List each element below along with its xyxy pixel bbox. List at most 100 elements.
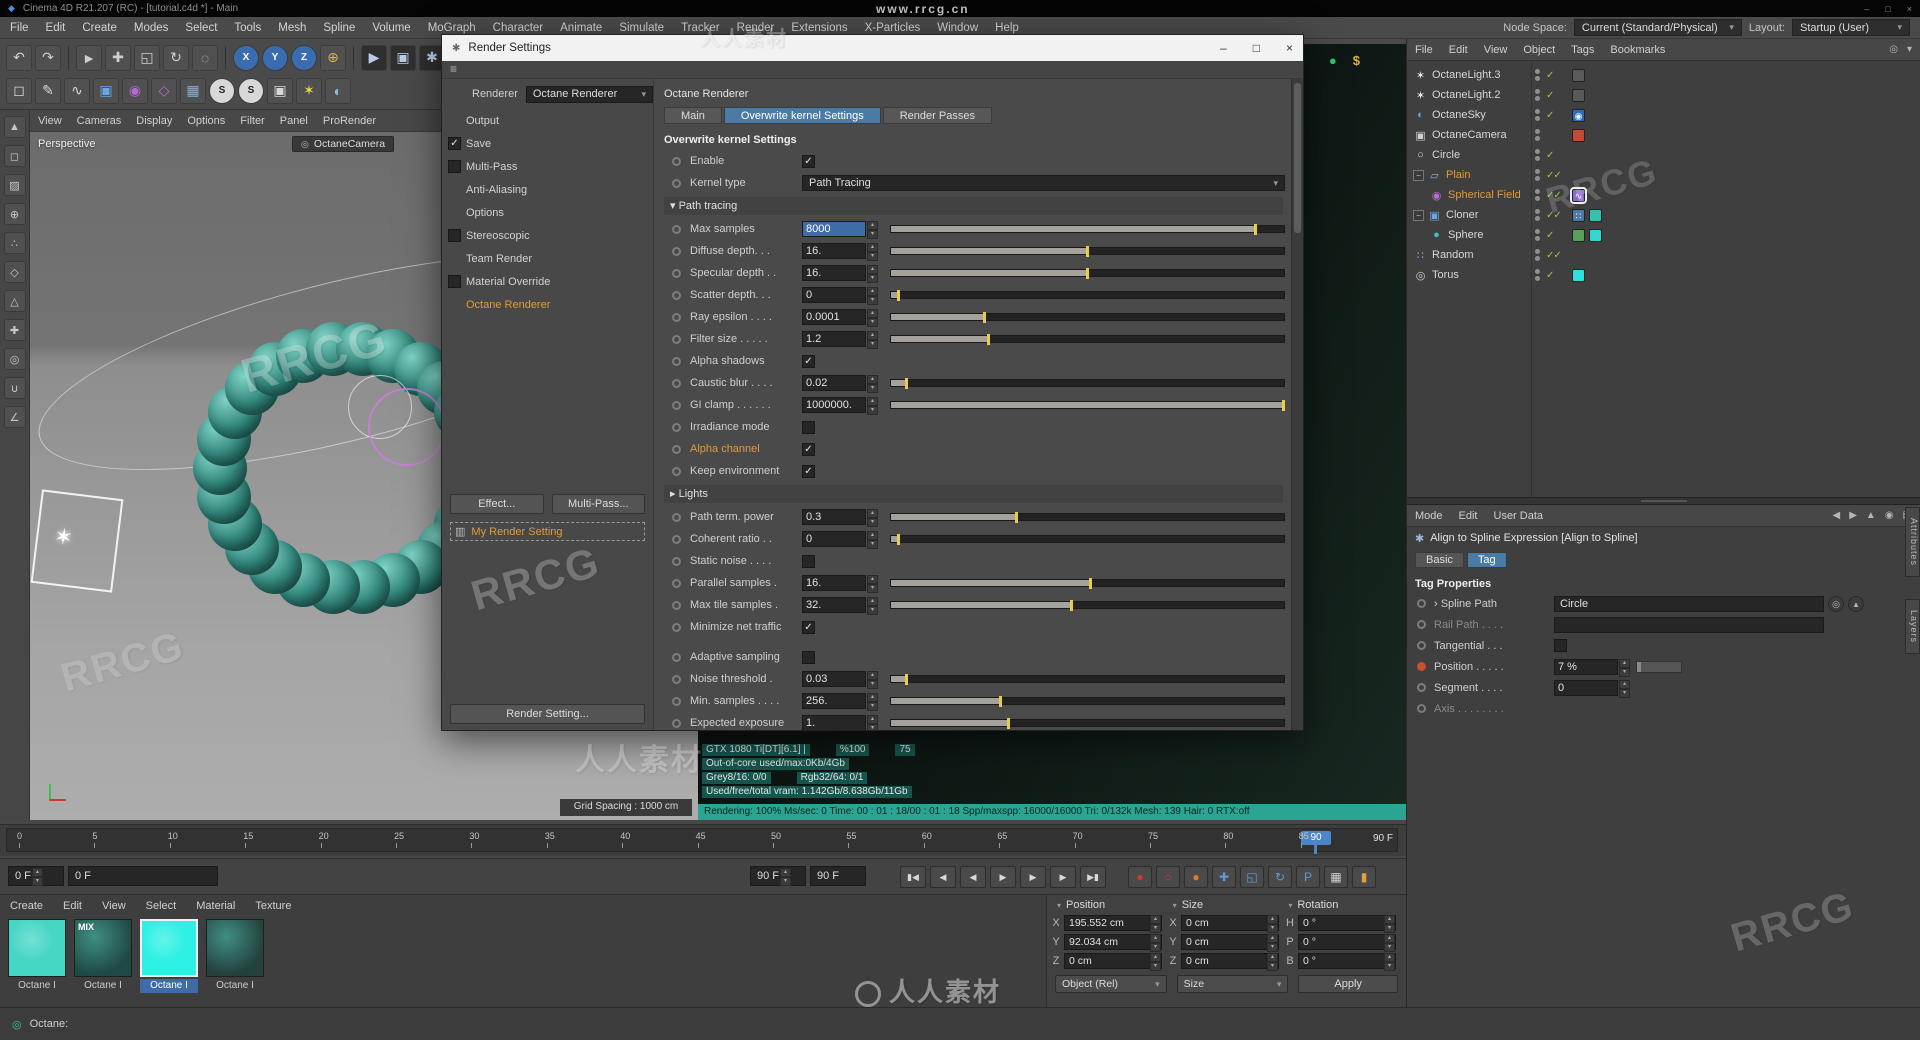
record-scale-toggle[interactable]: ◱ (1240, 866, 1264, 888)
anim-dot-icon[interactable] (672, 400, 681, 410)
make-editable-icon[interactable]: ▲ (3, 116, 26, 138)
anim-dot-icon[interactable] (672, 290, 681, 300)
field-icon[interactable]: ◉ (122, 77, 148, 104)
checkbox-alpha-channel[interactable]: ✓ (802, 442, 815, 456)
enable-axis-icon[interactable]: ✚ (3, 319, 26, 341)
category-checkbox[interactable] (448, 275, 461, 288)
material-thumbnail[interactable] (140, 919, 198, 977)
coord-size-mode-dropdown[interactable]: Size ▾ (1176, 975, 1289, 993)
slider-path-term-power[interactable] (890, 512, 1285, 523)
menu-character[interactable]: Character (493, 22, 544, 34)
render-settings-category-octane-renderer[interactable]: Octane Renderer (442, 293, 653, 316)
object-row-random[interactable]: ∷ Random ✓✓ (1407, 245, 1920, 265)
menu-volume[interactable]: Volume (372, 22, 410, 34)
anim-dot-icon[interactable] (672, 246, 681, 256)
expander-icon[interactable]: − (1413, 209, 1424, 221)
enable-check[interactable]: ✓✓ (1546, 190, 1568, 201)
prev-key-button[interactable]: ◀ (930, 866, 956, 888)
slider-max-tile-samples[interactable] (890, 600, 1285, 611)
spinner[interactable]: ▴ ▾ (867, 597, 878, 615)
prev-frame-button[interactable]: ◀ (960, 866, 986, 888)
attr-field-rail-path[interactable] (1554, 616, 1824, 633)
nodespace-dropdown[interactable]: Current (Standard/Physical) ▾ (1573, 19, 1742, 36)
area-light-object[interactable]: ✶ (30, 489, 124, 593)
coord-group-rotation[interactable]: ▾ Rotation (1284, 899, 1400, 911)
volume-icon[interactable]: ▦ (180, 77, 206, 104)
points-mode-icon[interactable]: ∴ (3, 232, 26, 254)
object-row-octanesky[interactable]: ◐ OctaneSky ✓ ◉ (1407, 105, 1920, 125)
am-menu-mode[interactable]: Mode (1415, 510, 1443, 522)
anim-dot-icon[interactable] (672, 224, 681, 234)
mograph-icon[interactable]: ▣ (93, 77, 119, 104)
visibility-dots[interactable] (1535, 89, 1540, 101)
am-menu-edit[interactable]: Edit (1459, 510, 1478, 522)
camera-link-chip[interactable]: ◎ OctaneCamera (292, 136, 395, 152)
anim-dot-icon[interactable] (672, 444, 681, 454)
tag-icon[interactable]: ∷ (1572, 208, 1585, 222)
spline-tool-icon[interactable]: ∿ (64, 77, 90, 104)
slider-specular-depth[interactable] (890, 268, 1285, 279)
om-search-icon[interactable]: ◎ (1889, 44, 1898, 55)
panel-splitter[interactable] (1407, 497, 1920, 505)
om-menu-edit[interactable]: Edit (1449, 44, 1468, 56)
workplane-mode-icon[interactable]: ⊕ (3, 203, 26, 225)
side-tab-attributes[interactable]: Attributes (1905, 507, 1920, 578)
viewport-menu-panel[interactable]: Panel (280, 115, 308, 127)
percent-slider[interactable] (1636, 660, 1682, 673)
spinner[interactable]: ▴ ▾ (867, 531, 878, 549)
render-settings-category-stereoscopic[interactable]: Stereoscopic (442, 224, 653, 247)
menu-spline[interactable]: Spline (323, 22, 355, 34)
enable-check[interactable]: ✓✓ (1546, 210, 1568, 221)
menu-extensions[interactable]: Extensions (791, 22, 847, 34)
menu-file[interactable]: File (10, 22, 29, 34)
enable-check[interactable]: ✓✓ (1546, 250, 1568, 261)
anim-dot-icon[interactable] (672, 512, 681, 522)
multipass-button[interactable]: Multi-Pass... (551, 494, 645, 514)
slider-min-samples[interactable] (890, 696, 1285, 707)
anim-dot-icon[interactable] (1417, 662, 1426, 671)
anim-dot-icon[interactable] (672, 652, 681, 662)
slider-filter-size[interactable] (890, 334, 1285, 345)
material-thumbnail[interactable] (8, 919, 66, 977)
visibility-dots[interactable] (1535, 169, 1540, 181)
tag-icon[interactable] (1589, 228, 1602, 242)
material-menu-edit[interactable]: Edit (63, 900, 82, 912)
spinner[interactable]: ▴ ▾ (867, 397, 878, 415)
texture-mode-icon[interactable]: ▨ (3, 174, 26, 196)
anim-dot-icon[interactable] (672, 334, 681, 344)
side-tab-layers[interactable]: Layers (1905, 599, 1920, 655)
spinner[interactable]: ▴ ▾ (867, 715, 878, 730)
attr-value-segment[interactable]: 0 (1554, 679, 1618, 696)
keyframe-selection-button[interactable]: ● (1184, 866, 1208, 888)
slider-diffuse-depth[interactable] (890, 246, 1285, 257)
viewport-solo-icon[interactable]: ◎ (3, 348, 26, 370)
anim-dot-icon[interactable] (672, 378, 681, 388)
timeline-options-button[interactable]: ▮ (1352, 866, 1376, 888)
anim-dot-icon[interactable] (672, 556, 681, 566)
object-row-cloner[interactable]: − ▣ Cloner ✓✓ ∷ (1407, 205, 1920, 225)
quantize-icon[interactable]: ∠ (3, 406, 26, 428)
menu-animate[interactable]: Animate (560, 22, 602, 34)
am-lock-icon[interactable]: ◉ (1885, 510, 1894, 521)
undo-icon[interactable]: ↶ (6, 44, 32, 71)
coord-field[interactable]: 0 ° ▴ ▾ (1298, 915, 1396, 933)
visibility-dots[interactable] (1535, 129, 1540, 141)
record-position-toggle[interactable]: ✚ (1212, 866, 1236, 888)
play-button[interactable]: ▶ (990, 866, 1016, 888)
scale-tool-icon[interactable]: ◱ (134, 44, 160, 71)
close-button[interactable]: × (1907, 4, 1912, 14)
menu-simulate[interactable]: Simulate (619, 22, 664, 34)
tag-icon[interactable] (1572, 88, 1585, 102)
menu-edit[interactable]: Edit (46, 22, 66, 34)
goto-end-button[interactable]: ▶▮ (1080, 866, 1106, 888)
render-settings-category-multi-pass[interactable]: Multi-Pass (442, 155, 653, 178)
dialog-scrollbar[interactable] (1291, 79, 1303, 730)
add-cube-icon[interactable]: ◻ (6, 77, 32, 104)
viewport-menu-prorender[interactable]: ProRender (323, 115, 376, 127)
object-row-octanelight-3[interactable]: ✶ OctaneLight.3 ✓ (1407, 65, 1920, 85)
object-row-torus[interactable]: ◎ Torus ✓ (1407, 265, 1920, 285)
coord-field[interactable]: 92.034 cm ▴ ▾ (1064, 934, 1162, 952)
spinner[interactable]: ▴ ▾ (867, 375, 878, 393)
effect-button[interactable]: Effect... (450, 494, 544, 514)
autokey-button[interactable]: ○ (1156, 866, 1180, 888)
